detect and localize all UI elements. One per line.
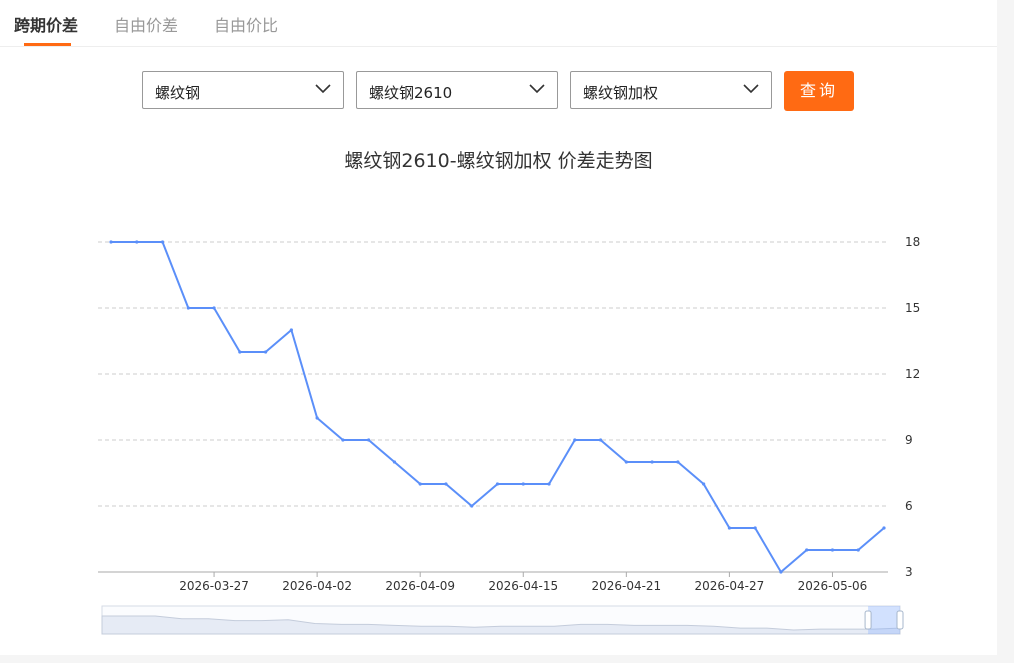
data-point bbox=[495, 482, 500, 486]
series-line bbox=[111, 241, 885, 573]
spread-line-chart: 3 6 9 12 15 18 2026-03-27 2026-04-02 2026-04-09 2… bbox=[98, 235, 920, 635]
x-tick-label: 2026-04-02 bbox=[282, 579, 352, 593]
data-point bbox=[650, 460, 654, 464]
data-point bbox=[830, 548, 835, 552]
data-point bbox=[573, 438, 577, 442]
data-point bbox=[779, 570, 783, 574]
data-point bbox=[160, 240, 165, 244]
y-tick-label: 15 bbox=[905, 301, 920, 315]
data-point bbox=[676, 460, 680, 464]
x-tick-label: 2026-04-15 bbox=[488, 579, 558, 593]
data-point bbox=[264, 350, 268, 354]
data-point bbox=[444, 482, 448, 486]
data-point bbox=[315, 416, 319, 420]
data-point bbox=[392, 460, 397, 464]
y-tick-label: 3 bbox=[905, 565, 913, 579]
data-point bbox=[856, 548, 860, 552]
zoom-slider-handle-left[interactable] bbox=[864, 610, 872, 630]
main-panel: 跨期价差 自由价差 自由价比 螺纹钢 螺纹钢2610 螺纹钢加权 查询 螺纹钢2… bbox=[0, 0, 997, 655]
y-tick-label: 9 bbox=[905, 433, 913, 447]
data-point bbox=[212, 306, 216, 310]
data-point bbox=[470, 504, 474, 508]
data-point bbox=[135, 240, 139, 244]
y-tick-label: 12 bbox=[905, 367, 920, 381]
data-point bbox=[598, 438, 603, 442]
data-point bbox=[882, 526, 886, 530]
data-point bbox=[521, 482, 525, 486]
y-tick-label: 18 bbox=[905, 235, 920, 249]
data-point bbox=[186, 306, 190, 310]
data-point bbox=[805, 548, 809, 552]
data-point bbox=[624, 460, 628, 464]
data-point bbox=[753, 526, 757, 530]
zoom-slider-window[interactable] bbox=[868, 606, 900, 634]
data-point bbox=[238, 350, 242, 354]
data-point bbox=[341, 438, 345, 442]
y-tick-label: 6 bbox=[905, 499, 913, 513]
data-point bbox=[367, 438, 371, 442]
zoom-slider-handle-right[interactable] bbox=[896, 610, 904, 630]
x-tick-label: 2026-03-27 bbox=[179, 579, 249, 593]
data-point bbox=[289, 328, 293, 332]
x-tick-label: 2026-04-09 bbox=[385, 579, 455, 593]
data-point bbox=[109, 240, 113, 244]
data-point bbox=[702, 482, 706, 486]
data-point bbox=[547, 482, 551, 486]
x-tick-label: 2026-05-06 bbox=[798, 579, 868, 593]
data-point bbox=[727, 526, 732, 530]
data-point bbox=[418, 482, 422, 486]
x-tick-label: 2026-04-27 bbox=[695, 579, 765, 593]
x-tick-label: 2026-04-21 bbox=[591, 579, 661, 593]
